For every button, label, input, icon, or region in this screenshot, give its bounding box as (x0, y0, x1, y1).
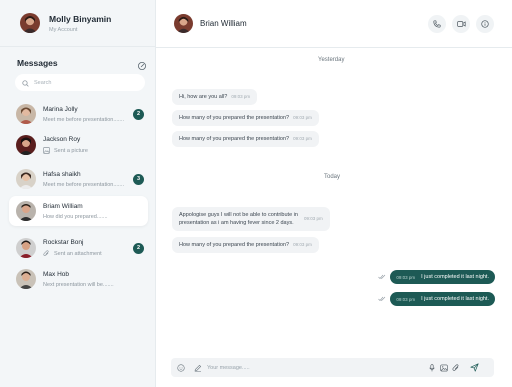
info-button[interactable] (476, 15, 494, 33)
message-time: 09:03 pm (231, 94, 251, 99)
message-input[interactable] (207, 364, 407, 371)
avatar (16, 238, 36, 258)
message-time: 09:03 pm (396, 274, 416, 280)
double-check-icon (378, 296, 386, 301)
contact-name: Briam William (43, 202, 83, 210)
account-header[interactable]: Molly Binyamin My Account (20, 13, 111, 33)
avatar (16, 169, 36, 189)
edit-icon[interactable] (137, 58, 147, 70)
search-box (15, 74, 145, 91)
contact-item-rockstar-bonj[interactable]: Rockstar Bonj Sent an attachment 2 (9, 233, 148, 263)
avatar (16, 104, 36, 124)
chat-header: Brian William (156, 0, 512, 48)
account-subtitle: My Account (49, 26, 78, 33)
image-icon[interactable] (439, 363, 449, 373)
divider (0, 46, 156, 47)
message-time: 09:03 pm (396, 296, 416, 302)
message-text: I just completed it last night. (421, 296, 489, 302)
contact-name: Rockstar Bonj (43, 239, 84, 246)
pen-icon (193, 363, 203, 373)
contact-preview: Meet me before presentation....... (43, 181, 125, 188)
incoming-message: Hi, how are you all? 09:03 pm (172, 89, 258, 105)
paperclip-icon (43, 250, 49, 256)
contact-item-marina-jolly[interactable]: Marina Jolly Meet me before presentation… (9, 99, 148, 129)
chat-contact[interactable]: Brian William (174, 14, 247, 33)
avatar (16, 135, 36, 155)
avatar (16, 269, 36, 289)
contact-preview: Sent an attachment (54, 250, 102, 257)
avatar (20, 13, 40, 33)
incoming-message: Appologise guys I will not be able to co… (172, 207, 330, 231)
search-icon (22, 74, 29, 92)
contact-preview: How did you prepared....... (43, 213, 108, 220)
message-text: How many of you prepared the presentatio… (179, 136, 290, 142)
send-icon[interactable] (469, 363, 479, 373)
day-label: Yesterday (318, 57, 345, 63)
message-time: 09:03 pm (293, 115, 312, 120)
incoming-message: How many of you prepared the presentatio… (172, 131, 319, 147)
account-name: Molly Binyamin (49, 13, 112, 24)
contact-item-briam-william[interactable]: Briam William How did you prepared......… (9, 196, 148, 226)
message-text: Hi, how are you all? (179, 94, 228, 100)
message-text: I just completed it last night. (421, 274, 489, 280)
phone-icon (433, 20, 441, 28)
contact-preview: Next presentation will be....... (43, 281, 114, 288)
message-composer (171, 358, 494, 377)
contact-name: Jackson Roy (43, 136, 81, 143)
outgoing-message: 09:03 pm I just completed it last night. (378, 292, 495, 306)
video-icon (456, 21, 466, 27)
contact-item-hafsa-shaikh[interactable]: Hafsa shaikh Meet me before presentation… (9, 164, 148, 194)
image-icon (43, 147, 50, 154)
incoming-message: How many of you prepared the presentatio… (172, 110, 319, 126)
unread-badge: 2 (133, 242, 144, 254)
message-text: How many of you prepared the presentatio… (179, 242, 290, 248)
message-text: How many of you prepared the presentatio… (179, 115, 290, 121)
contact-name: Max Hob (43, 270, 70, 278)
call-button[interactable] (428, 15, 446, 33)
contact-preview: Meet me before presentation....... (43, 116, 125, 123)
double-check-icon (378, 274, 386, 279)
messages-title: Messages (17, 58, 58, 68)
video-call-button[interactable] (452, 15, 470, 33)
message-time: 09:03 pm (293, 242, 312, 247)
day-label: Today (324, 174, 341, 180)
emoji-icon[interactable] (176, 363, 186, 373)
message-text-line: presentation as i am having fever since … (179, 220, 294, 226)
sidebar: Molly Binyamin My Account Messages Marin… (0, 0, 156, 387)
mic-icon[interactable] (427, 363, 437, 373)
outgoing-message: 09:03 pm I just completed it last night. (378, 270, 495, 284)
avatar (16, 201, 36, 221)
chat-contact-name: Brian William (200, 19, 247, 28)
message-time: 09:03 pm (293, 136, 312, 141)
contact-item-jackson-roy[interactable]: Jackson Roy Sent a picture (9, 130, 148, 160)
search-input[interactable] (34, 79, 134, 86)
info-icon (481, 20, 489, 28)
contact-name: Hafsa shaikh (43, 170, 81, 178)
message-time: 09:03 pm (303, 216, 323, 221)
avatar (174, 14, 193, 33)
contact-name: Marina Jolly (43, 105, 78, 113)
contact-preview: Sent a picture (54, 147, 88, 154)
unread-badge: 3 (133, 173, 144, 185)
message-text-line: Appologise guys I will not be able to co… (179, 212, 298, 218)
paperclip-icon[interactable] (451, 363, 461, 373)
unread-badge: 2 (133, 108, 144, 120)
incoming-message: How many of you prepared the presentatio… (172, 237, 319, 253)
contact-item-max-hob[interactable]: Max Hob Next presentation will be....... (9, 264, 148, 294)
